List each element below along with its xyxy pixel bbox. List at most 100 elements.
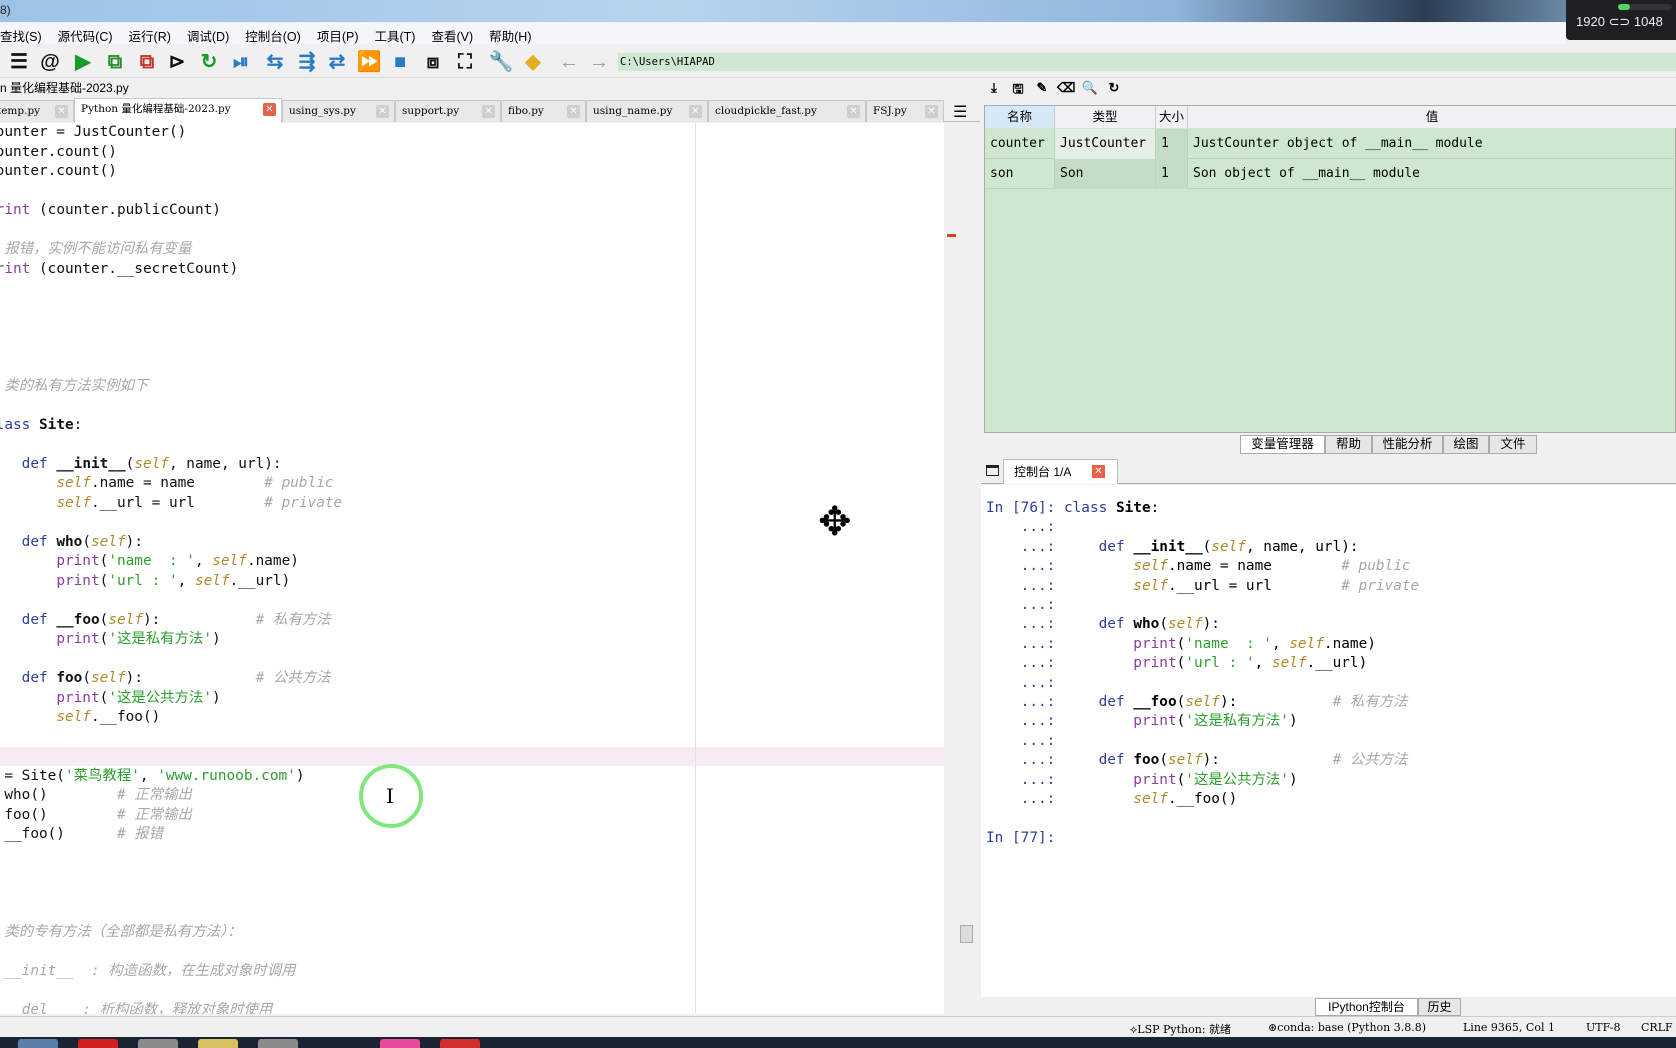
- close-icon[interactable]: ✕: [55, 105, 68, 118]
- python-icon[interactable]: ◆: [520, 50, 546, 74]
- editor-scrollbar[interactable]: [958, 123, 975, 1014]
- close-icon[interactable]: ✕: [376, 105, 389, 118]
- move-cursor-icon: ✥: [818, 500, 852, 544]
- code-line: def who(self):: [21, 533, 143, 550]
- menu-item[interactable]: 帮助(H): [482, 23, 540, 44]
- close-icon[interactable]: ✕: [689, 105, 702, 118]
- import-data-icon[interactable]: ⤓: [985, 80, 1003, 100]
- taskbar-item[interactable]: [18, 1039, 58, 1048]
- console-line: ...:: [986, 518, 1064, 537]
- column-header[interactable]: 大小: [1156, 106, 1188, 128]
- back-arrow-icon[interactable]: ←: [556, 50, 582, 74]
- column-header[interactable]: 值: [1188, 106, 1676, 128]
- close-icon[interactable]: ✕: [847, 105, 860, 118]
- code-line: = Site('菜鸟教程', 'www.runoob.com'): [4, 767, 305, 784]
- menu-item[interactable]: 运行(R): [122, 23, 180, 44]
- menu-item[interactable]: 工具(T): [367, 23, 424, 44]
- console-prompt: In [76]:: [986, 500, 1064, 516]
- editor-scrollbar-thumb[interactable]: [960, 925, 973, 943]
- bottom-tab[interactable]: 历史: [1418, 998, 1461, 1016]
- code-line: print('这是公共方法'): [56, 689, 221, 706]
- menu-item[interactable]: 调试(D): [180, 23, 238, 44]
- menu-item[interactable]: 控制台(O): [238, 23, 310, 44]
- step-into-icon[interactable]: ⇶: [294, 50, 320, 74]
- run-cell-advance-icon[interactable]: ⧉: [134, 50, 160, 74]
- editor-tab[interactable]: temp.py ✕: [0, 100, 74, 122]
- debug-icon[interactable]: ⏯: [228, 50, 254, 74]
- rerun-icon[interactable]: ↻: [196, 50, 222, 74]
- refresh-icon[interactable]: ↻: [1105, 80, 1123, 100]
- taskbar-item[interactable]: [78, 1039, 118, 1048]
- taskbar-item[interactable]: [258, 1039, 298, 1048]
- forward-arrow-icon[interactable]: →: [586, 50, 612, 74]
- save-as-icon[interactable]: ✎: [1033, 80, 1051, 100]
- editor-tab[interactable]: support.py ✕: [395, 100, 501, 122]
- ipython-console[interactable]: In [76]: class Site: ...: ...: def __ini…: [981, 485, 1676, 997]
- editor-tab[interactable]: fibo.py ✕: [501, 100, 586, 122]
- table-row[interactable]: son Son 1 Son object of __main__ module: [985, 159, 1676, 189]
- console-window-icon[interactable]: [986, 465, 999, 476]
- editor-tab[interactable]: Python 量化编程基础-2023.py ✕: [74, 98, 282, 123]
- edge-line: [695, 123, 696, 1014]
- code-editor[interactable]: counter = JustCounter() counter.count() co…: [0, 123, 944, 1014]
- code-line: # del : 析构函数，释放对象时使用: [0, 1001, 273, 1015]
- console-prompt: ...:: [986, 771, 1064, 788]
- pane-tab[interactable]: 帮助: [1325, 435, 1372, 454]
- variable-table[interactable]: 名称 类型 大小值 counter JustCounter 1 JustCounter ob…: [984, 105, 1676, 433]
- at-icon[interactable]: @: [37, 50, 63, 74]
- pane-tab[interactable]: 变量管理器: [1240, 435, 1325, 454]
- eraser-icon[interactable]: ⌫: [1057, 80, 1075, 100]
- outline-icon[interactable]: ☰: [6, 50, 32, 74]
- console-line: ...: print('这是私有方法'): [986, 712, 1298, 731]
- menu-item[interactable]: 项目(P): [310, 23, 368, 44]
- pane-tab[interactable]: 文件: [1489, 435, 1537, 454]
- editor-tab[interactable]: cloudpickle_fast.py ✕: [708, 100, 866, 122]
- editor-tab[interactable]: using_name.py ✕: [586, 100, 708, 122]
- console-line: In [76]: class Site:: [986, 499, 1159, 518]
- editor-tab[interactable]: using_sys.py ✕: [282, 100, 395, 122]
- editor-tab-label: temp.py: [0, 105, 41, 117]
- editor-tab[interactable]: FSJ.py ✕: [866, 100, 944, 122]
- table-row[interactable]: counter JustCounter 1 JustCounter object of…: [985, 129, 1676, 159]
- wrench-icon[interactable]: 🔧: [488, 50, 514, 74]
- run-icon[interactable]: ▶: [70, 50, 96, 74]
- tabs-menu-icon[interactable]: ☰: [953, 102, 967, 122]
- fullscreen-icon[interactable]: ⛶: [452, 50, 478, 74]
- code-line: # __init__ : 构造函数，在生成对象时调用: [0, 962, 296, 979]
- pane-tab[interactable]: 性能分析: [1372, 435, 1443, 454]
- run-cell-icon[interactable]: ⧉: [102, 50, 128, 74]
- pane-tab[interactable]: 绘图: [1443, 435, 1489, 454]
- stop-icon[interactable]: ■: [387, 50, 413, 74]
- editor-filename: n 量化编程基础-2023.py: [0, 79, 980, 97]
- search-icon[interactable]: 🔍: [1081, 80, 1099, 100]
- code-line: def __init__(self, name, url):: [21, 455, 282, 472]
- run-selection-icon[interactable]: ⊳: [164, 50, 190, 74]
- taskbar-item[interactable]: [138, 1039, 178, 1048]
- close-icon[interactable]: ✕: [567, 105, 580, 118]
- step-return-icon[interactable]: ⇄: [324, 50, 350, 74]
- save-data-icon[interactable]: 🖫: [1009, 80, 1027, 100]
- console-tab[interactable]: 控制台 1/A ✕: [1003, 459, 1118, 484]
- taskbar-item[interactable]: [198, 1039, 238, 1048]
- close-icon[interactable]: ✕: [925, 105, 938, 118]
- bottom-tab[interactable]: IPython控制台: [1315, 998, 1418, 1016]
- taskbar-item[interactable]: [380, 1039, 420, 1048]
- cell-name: counter: [985, 129, 1055, 159]
- menu-item[interactable]: 查看(V): [424, 23, 482, 44]
- code-line: self.__url = url # private: [56, 494, 343, 511]
- close-icon[interactable]: ✕: [263, 103, 276, 116]
- code-line: def foo(self): # 公共方法: [21, 670, 331, 686]
- progress-indicator: [1618, 4, 1672, 10]
- column-header[interactable]: 类型: [1055, 106, 1156, 128]
- continue-icon[interactable]: ⏩: [356, 50, 382, 74]
- maximize-pane-icon[interactable]: ⧈: [420, 50, 446, 74]
- close-icon[interactable]: ✕: [482, 105, 495, 118]
- console-prompt: ...:: [986, 752, 1064, 769]
- menu-item[interactable]: 源代码(C): [51, 23, 122, 44]
- step-icon[interactable]: ⇆: [262, 50, 288, 74]
- close-icon[interactable]: ✕: [1092, 465, 1105, 478]
- menu-item[interactable]: 查找(S): [0, 23, 51, 44]
- column-header[interactable]: 名称: [985, 106, 1055, 128]
- working-directory-input[interactable]: C:\Users\HIAPAD: [618, 53, 1676, 71]
- taskbar-item[interactable]: [440, 1039, 480, 1048]
